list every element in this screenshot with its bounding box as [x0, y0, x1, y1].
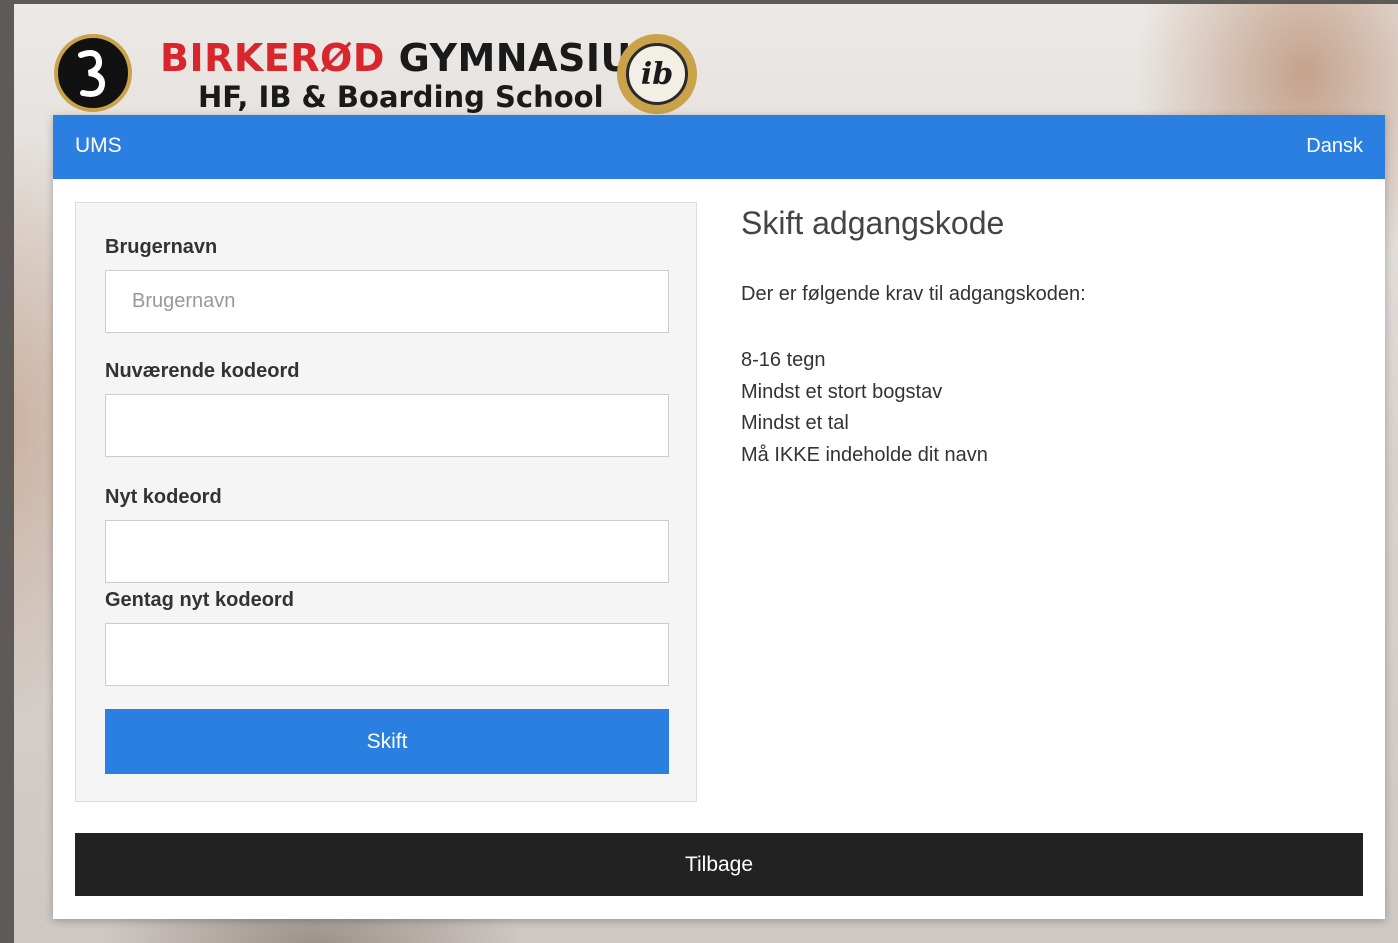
requirements-list: 8-16 tegn Mindst et stort bogstav Mindst…: [741, 345, 988, 471]
school-name: BIRKERØD GYMNASIUM: [160, 36, 670, 80]
requirements-intro: Der er følgende krav til adgangskoden:: [741, 283, 1086, 305]
ib-logo-text: ib: [626, 43, 688, 105]
ib-logo-icon: ib: [617, 34, 697, 114]
school-subtitle: HF, IB & Boarding School: [198, 80, 604, 114]
top-navbar: UMS Dansk: [53, 115, 1385, 179]
requirement-item: Mindst et stort bogstav: [741, 380, 943, 403]
current-password-input[interactable]: [105, 394, 669, 457]
navbar-brand-link[interactable]: UMS: [75, 134, 122, 158]
password-change-card: UMS Dansk Brugernavn Nuværende kodeord N…: [53, 115, 1385, 919]
new-password-label: Nyt kodeord: [105, 486, 222, 508]
requirement-item: 8-16 tegn: [741, 349, 826, 371]
username-label: Brugernavn: [105, 236, 218, 258]
repeat-password-label: Gentag nyt kodeord: [105, 589, 294, 611]
change-password-button[interactable]: Skift: [105, 709, 669, 774]
username-input[interactable]: [105, 270, 669, 333]
page-title: Skift adgangskode: [741, 205, 1005, 241]
school-logo-mark: [78, 50, 106, 97]
current-password-label: Nuværende kodeord: [105, 360, 300, 382]
language-selector[interactable]: Dansk: [1306, 135, 1363, 158]
requirement-item: Må IKKE indeholde dit navn: [741, 443, 988, 466]
new-password-input[interactable]: [105, 520, 669, 583]
back-button[interactable]: Tilbage: [75, 833, 1363, 896]
password-form: Brugernavn Nuværende kodeord Nyt kodeord…: [75, 202, 697, 802]
repeat-password-input[interactable]: [105, 623, 669, 686]
school-name-red: BIRKERØD: [160, 36, 385, 80]
requirement-item: Mindst et tal: [741, 412, 849, 434]
school-logo-icon: [54, 34, 132, 112]
screen-edge-left: [0, 0, 14, 943]
